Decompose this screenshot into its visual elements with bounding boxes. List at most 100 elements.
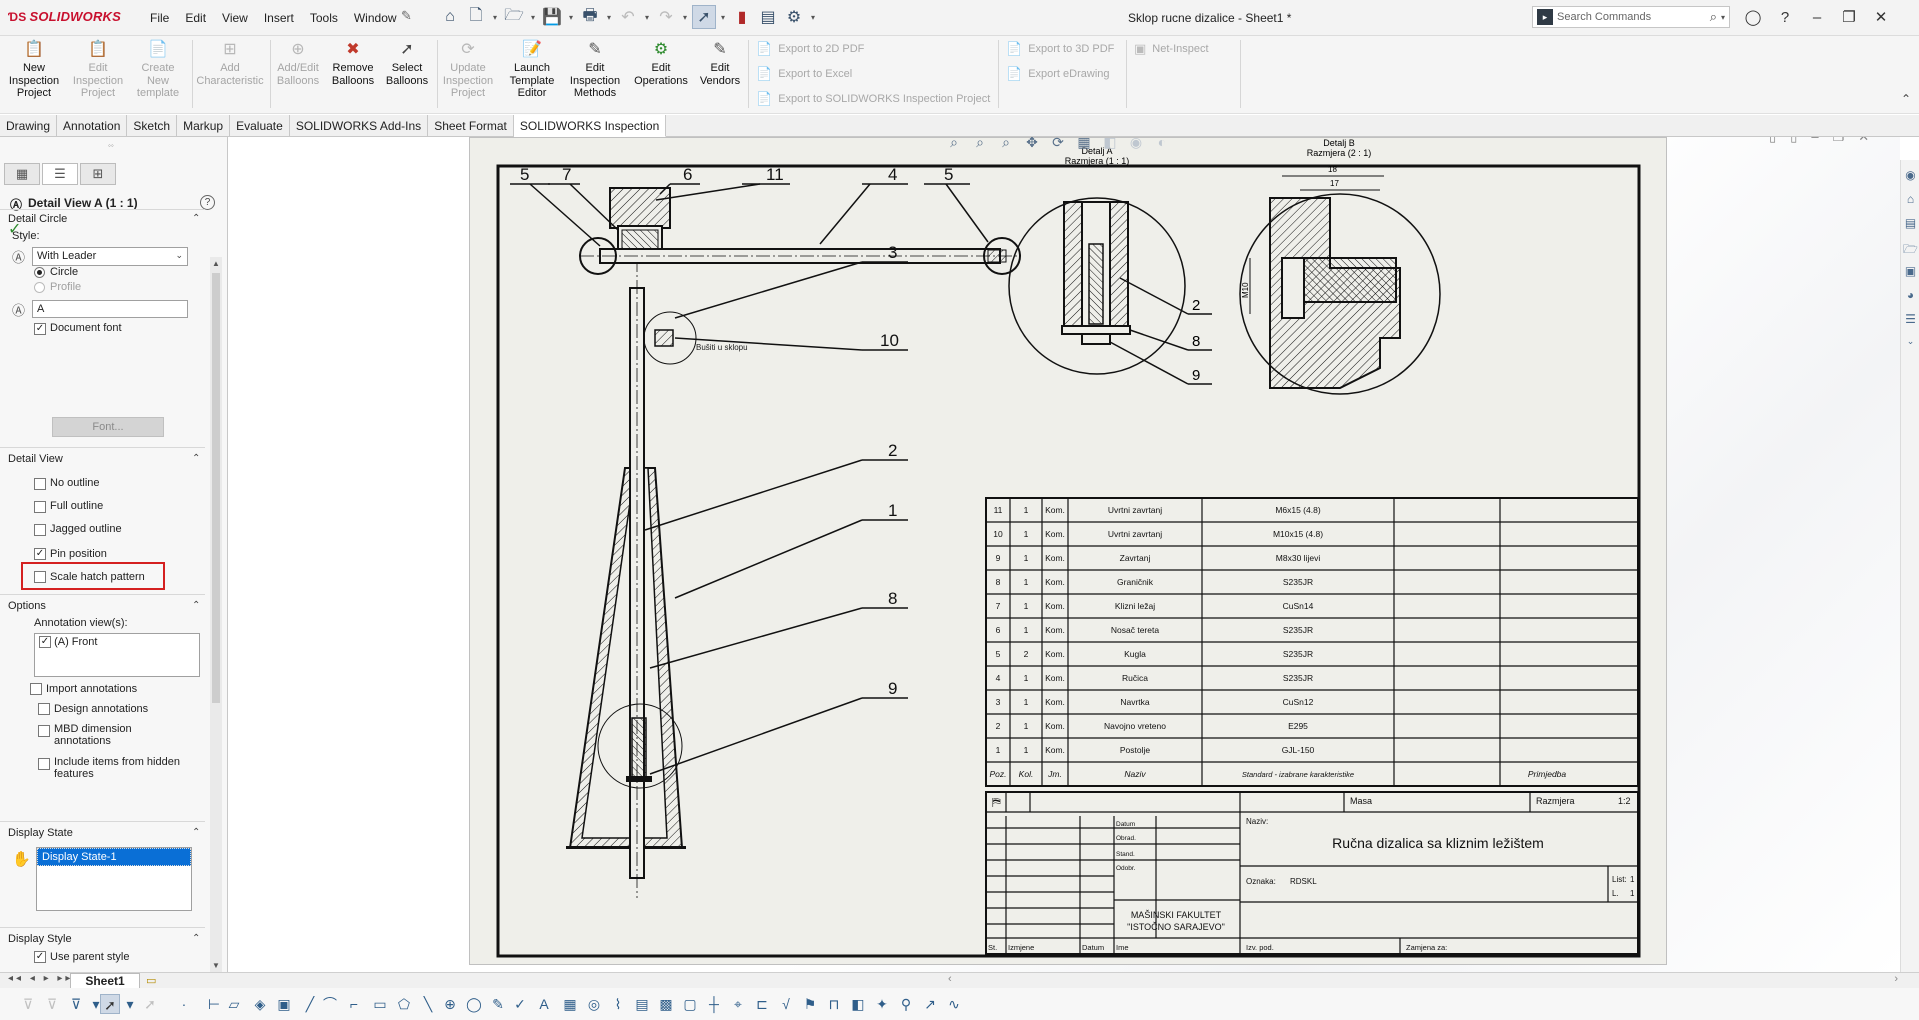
launch-template-editor-button[interactable]: 📝 Launch Template Editor (504, 40, 560, 100)
select-arrow-icon[interactable]: ➚ (100, 994, 120, 1014)
annotation-view-checkbox[interactable]: ✓ (39, 636, 51, 649)
document-font-checkbox[interactable]: ✓ (34, 323, 46, 335)
redo-dropdown-icon[interactable]: ▾ (680, 5, 690, 29)
zoom-in-out-icon[interactable]: ⌕ (994, 137, 1018, 153)
lock-icon[interactable]: ⚲ (896, 994, 916, 1014)
text-a-icon[interactable]: A (534, 994, 554, 1014)
menu-edit[interactable]: Edit (177, 11, 214, 25)
annotation-views-list[interactable]: ✓ (A) Front (34, 633, 200, 677)
tab-addins[interactable]: SOLIDWORKS Add-Ins (290, 115, 429, 137)
center-line-icon[interactable]: ┼ (704, 994, 724, 1014)
gdt-icon[interactable]: ⌖ (728, 994, 748, 1014)
display-style-header[interactable]: Display Style (8, 933, 72, 945)
smart-select-icon[interactable]: ➚ (140, 994, 160, 1014)
minimize-icon[interactable]: – (1806, 6, 1828, 28)
expand-pane-icon[interactable]: ⌄ (1902, 336, 1919, 354)
design-annotations-checkbox[interactable] (38, 703, 50, 715)
collapse-caret-icon[interactable]: ⌃ (192, 933, 200, 944)
export-2d-pdf-button[interactable]: 📄 Export to 2D PDF (756, 41, 864, 57)
options-header[interactable]: Options (8, 600, 46, 612)
plane-icon[interactable]: ▱ (224, 994, 244, 1014)
appearances-icon[interactable]: ◕ (1902, 288, 1919, 306)
tab-sheet-format[interactable]: Sheet Format (428, 115, 514, 137)
scroll-down-icon[interactable]: ▼ (212, 961, 220, 970)
property-manager-tab-icon[interactable]: ☰ (42, 163, 78, 185)
scroll-up-icon[interactable]: ▲ (212, 259, 220, 268)
polygon-icon[interactable]: ⬠ (394, 994, 414, 1014)
edit-vendors-button[interactable]: ✎ Edit Vendors (696, 40, 744, 87)
weld-icon[interactable]: ⌇ (608, 994, 628, 1014)
new-document-icon[interactable]: 🗋 (464, 5, 488, 29)
export-edrawing-button[interactable]: 📄 Export eDrawing (1006, 66, 1110, 82)
bom-table[interactable]: 11 1 Kom. Uvrtni zavrtanj M6x15 (4.8)10 1 Kom.… (985, 497, 1639, 787)
corner-icon[interactable]: ⌐ (344, 994, 364, 1014)
search-icon[interactable]: ⌕ (1710, 9, 1721, 25)
edit-appearance-icon[interactable]: ◐ (1150, 137, 1174, 153)
design-library-icon[interactable]: ⌂ (1902, 192, 1919, 210)
display-style-icon[interactable]: ◧ (1098, 137, 1122, 153)
revision-icon[interactable]: ▤ (632, 994, 652, 1014)
open-dropdown-icon[interactable]: ▾ (528, 5, 538, 29)
solidworks-resources-icon[interactable]: ◉ (1902, 168, 1919, 186)
scroll-thumb[interactable] (212, 273, 220, 703)
circle-radio[interactable] (34, 267, 45, 278)
rectangle-icon[interactable]: ▭ (370, 994, 390, 1014)
annotation-view-item[interactable]: ✓ (A) Front (35, 634, 199, 650)
note-icon[interactable]: ✎ (488, 994, 508, 1014)
open-folder-icon[interactable]: 🗁 (502, 5, 526, 29)
surface-icon[interactable]: ◈ (250, 994, 270, 1014)
view-palette-pane-icon[interactable]: ▣ (1902, 264, 1919, 282)
tile-right-icon[interactable]: ▯ (1790, 137, 1797, 145)
layer-icon[interactable]: ◧ (848, 994, 868, 1014)
solid-icon[interactable]: ▣ (274, 994, 294, 1014)
new-inspection-project-button[interactable]: 📋 New Inspection Project (4, 40, 64, 100)
block-icon[interactable]: ▢ (680, 994, 700, 1014)
import-annotations-checkbox[interactable] (30, 683, 42, 695)
surface-finish-icon[interactable]: √ (776, 994, 796, 1014)
doc-close-icon[interactable]: ✕ (1858, 137, 1869, 145)
print-dropdown-icon[interactable]: ▾ (604, 5, 614, 29)
tab-annotation[interactable]: Annotation (57, 115, 128, 137)
detail-b-view[interactable]: Detalj B Razmjera (2 : 1) 18 17 M10 (1239, 138, 1441, 395)
feature-manager-tab-icon[interactable]: ▦ (4, 163, 40, 185)
tab-markup[interactable]: Markup (177, 115, 231, 137)
redo-icon[interactable]: ↷ (654, 5, 678, 29)
options-gear-icon[interactable]: ⚙ (782, 5, 806, 29)
style-select[interactable]: With Leader ⌄ (32, 247, 188, 266)
menu-tools[interactable]: Tools (302, 11, 346, 25)
undo-icon[interactable]: ↶ (616, 5, 640, 29)
datum-icon[interactable]: ⊏ (752, 994, 772, 1014)
pin-menu-icon[interactable]: ✎ (401, 8, 412, 24)
sketch-line-icon[interactable]: ╱ (300, 994, 320, 1014)
net-inspect-button[interactable]: ▣ Net-Inspect (1134, 41, 1209, 57)
custom-properties-icon[interactable]: ☰ (1902, 312, 1919, 330)
restore-icon[interactable]: ❐ (1838, 6, 1860, 28)
help-icon[interactable]: ? (1774, 6, 1796, 28)
doc-restore-icon[interactable]: ❐ (1833, 137, 1845, 145)
zoom-to-fit-icon[interactable]: ⌕ (942, 137, 966, 153)
check-icon[interactable]: ✓ (510, 994, 530, 1014)
profile-radio[interactable] (34, 282, 45, 293)
table-icon[interactable]: ▦ (560, 994, 580, 1014)
tab-drawing[interactable]: Drawing (0, 115, 58, 137)
home-icon[interactable]: ⌂ (438, 5, 462, 29)
filter-edges-icon[interactable]: ⊽ (18, 994, 38, 1014)
jagged-outline-checkbox[interactable] (34, 524, 46, 536)
magnet-icon[interactable]: ⊓ (824, 994, 844, 1014)
horizontal-scrollbar[interactable] (948, 973, 1898, 985)
arrow-icon[interactable]: ↗ (920, 994, 940, 1014)
help-icon[interactable]: ? (200, 195, 215, 210)
sheet-tab[interactable]: Sheet1 (70, 973, 140, 989)
doc-minimize-icon[interactable]: – (1811, 137, 1818, 145)
graphics-area[interactable]: 5 7 6 11 4 5 3 10 2 1 8 9 Bušiti u sklop… (229, 137, 1900, 972)
zoom-to-area-icon[interactable]: ⌕ (968, 137, 992, 153)
file-properties-icon[interactable]: ▤ (756, 5, 780, 29)
edit-operations-button[interactable]: ⚙ Edit Operations (630, 40, 692, 87)
config-manager-tab-icon[interactable]: ⊞ (80, 163, 116, 185)
mbd-dimension-checkbox[interactable] (38, 725, 50, 737)
front-view[interactable] (510, 183, 1021, 898)
undo-dropdown-icon[interactable]: ▾ (642, 5, 652, 29)
user-account-icon[interactable]: ◯ (1742, 6, 1764, 28)
remove-balloons-button[interactable]: ✖ Remove Balloons (327, 40, 379, 87)
view-palette-icon[interactable]: ▦ (1072, 137, 1096, 153)
